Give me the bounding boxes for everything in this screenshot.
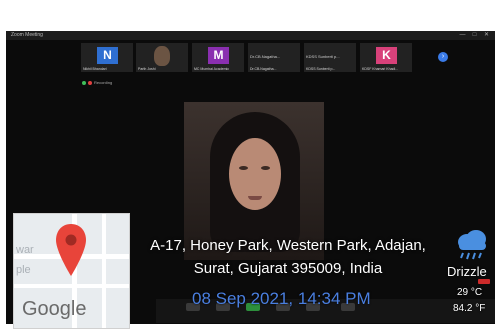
participant-tile[interactable]: M MC Mumbai Academic [192, 43, 244, 72]
participant-name: Parth Joshi [138, 67, 156, 71]
participant-label: KDSS Sunberti p... [306, 54, 340, 59]
map-place-label: war [16, 244, 34, 256]
title-bar: Zoom Meeting — □ ✕ [6, 31, 495, 40]
location-address: A-17, Honey Park, Western Park, Adajan, … [133, 234, 443, 280]
avatar: N [97, 47, 118, 64]
timestamp: 08 Sep 2021, 14:34 PM [192, 289, 371, 308]
temperature-celsius: 29 °C [457, 287, 483, 298]
participant-name: KDSS Sunberti p... [306, 67, 336, 71]
recording-label: Recording [94, 80, 113, 85]
participant-name: Dr.CB.Nagatha... [250, 67, 277, 71]
participant-name: Nikhil Bhandari [83, 67, 107, 71]
leave-indicator [478, 279, 490, 284]
map-pin-icon [56, 224, 86, 276]
chevron-right-icon: › [441, 53, 445, 60]
minimize-icon[interactable]: — [458, 31, 467, 40]
weather-condition: Drizzle [447, 264, 487, 279]
avatar: M [208, 47, 229, 64]
participant-tile[interactable]: Parth Joshi [136, 43, 188, 72]
window-title: Zoom Meeting [11, 32, 43, 38]
participant-tile[interactable]: K KDSF Khamari Khadi... [360, 43, 412, 72]
map-place-label: ple [16, 264, 31, 276]
google-logo-text: Google [22, 298, 87, 320]
participant-tile[interactable]: N Nikhil Bhandari [81, 43, 133, 72]
recording-indicator: Recording [82, 80, 112, 85]
record-dot-icon [88, 80, 92, 85]
temperature-fahrenheit: 84.2 °F [453, 303, 486, 314]
status-dot-icon [82, 80, 86, 85]
google-logo: Google [22, 298, 87, 321]
participant-video [154, 46, 170, 66]
participant-name: KDSF Khamari Khadi... [362, 67, 399, 71]
maximize-icon[interactable]: □ [470, 31, 479, 40]
participant-tile[interactable]: Dr.CB.Nagatha... Dr.CB.Nagatha... [248, 43, 300, 72]
map-thumbnail: war ple Google [13, 213, 130, 329]
drizzle-cloud-icon [458, 230, 486, 260]
next-participants-button[interactable]: › [438, 52, 448, 62]
avatar: K [376, 47, 397, 64]
address-line-1: A-17, Honey Park, Western Park, Adajan, [150, 237, 426, 254]
close-icon[interactable]: ✕ [482, 31, 491, 40]
participant-label: Dr.CB.Nagatha... [250, 54, 281, 59]
participant-tile[interactable]: KDSS Sunberti p... KDSS Sunberti p... [304, 43, 356, 72]
address-line-2: Surat, Gujarat 395009, India [193, 260, 383, 277]
participant-name: MC Mumbai Academic [194, 67, 230, 71]
